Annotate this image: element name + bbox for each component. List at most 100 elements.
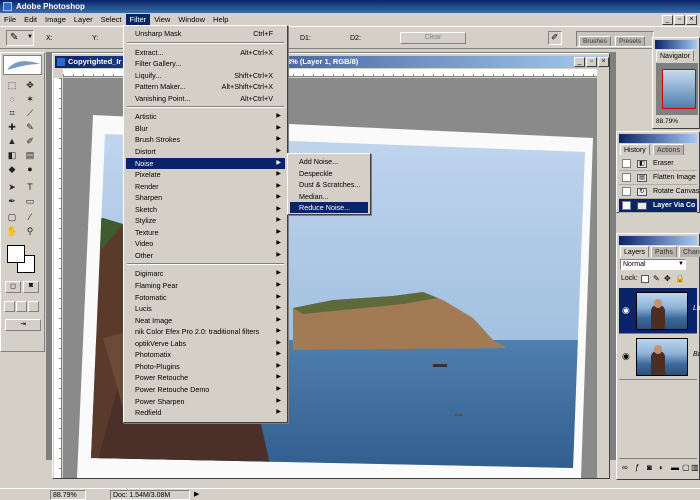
menu-filter[interactable]: Filter xyxy=(125,14,151,25)
menu-item-reduce-noise[interactable]: Reduce Noise... xyxy=(290,202,368,213)
blend-mode-select[interactable]: Normal ▼ xyxy=(620,259,686,270)
path-select-icon[interactable]: ➤ xyxy=(5,181,19,193)
lock-image-icon[interactable]: ✎ xyxy=(653,274,660,283)
menu-item-flaming-pear[interactable]: Flaming Pear ▶ xyxy=(126,280,285,291)
navigator-zoom[interactable]: 88.79% xyxy=(656,118,678,125)
history-brush-icon[interactable]: ✐ xyxy=(23,135,37,147)
status-arrow-icon[interactable]: ▶ xyxy=(194,490,199,498)
menu-item-despeckle[interactable]: Despeckle xyxy=(290,168,368,179)
navigator-preview[interactable] xyxy=(656,63,698,115)
menu-image[interactable]: Image xyxy=(41,14,70,25)
menu-item-dust-scratches[interactable]: Dust & Scratches... xyxy=(290,179,368,190)
history-item-selected[interactable]: ▭ Layer Via Co xyxy=(619,199,697,213)
notes-tool-icon[interactable]: ▢ xyxy=(5,211,19,223)
eye-icon[interactable]: ◉ xyxy=(622,305,632,315)
menu-item-lucis[interactable]: Lucis ▶ xyxy=(126,303,285,314)
menu-item-fotomatic[interactable]: Fotomatic ▶ xyxy=(126,292,285,303)
eye-icon[interactable]: ◉ xyxy=(622,351,632,361)
menu-item-neat-image[interactable]: Neat Image ▶ xyxy=(126,315,285,326)
marquee-tool-icon[interactable]: ⬚ xyxy=(5,79,19,91)
doc-minimize-button[interactable]: _ xyxy=(574,57,585,67)
menu-item-add-noise[interactable]: Add Noise... xyxy=(290,156,368,167)
eraser-tool-icon[interactable]: ◧ xyxy=(5,149,19,161)
menu-item-redfield[interactable]: Redfield ▶ xyxy=(126,407,285,418)
shape-tool-icon[interactable]: ▭ xyxy=(23,195,37,207)
menu-item-digimarc[interactable]: Digimarc ▶ xyxy=(126,268,285,279)
menu-item-power-sharpen[interactable]: Power Sharpen ▶ xyxy=(126,396,285,407)
menu-item-power-retouche-demo[interactable]: Power Retouche Demo ▶ xyxy=(126,384,285,395)
stamp-tool-icon[interactable]: ▲ xyxy=(5,135,19,147)
tab-navigator[interactable]: Navigator xyxy=(656,50,694,61)
mask-icon[interactable]: ◙ xyxy=(647,463,652,472)
crop-tool-icon[interactable]: ⌗ xyxy=(5,107,19,119)
menu-window[interactable]: Window xyxy=(174,14,209,25)
menu-item-nik-color-efex-pro-2-0-traditional-filters[interactable]: nik Color Efex Pro 2.0: traditional filt… xyxy=(126,326,285,337)
menu-item-photo-plugins[interactable]: Photo-Plugins ▶ xyxy=(126,361,285,372)
menu-layer[interactable]: Layer xyxy=(70,14,97,25)
tab-brushes[interactable]: Brushes xyxy=(579,36,611,46)
gradient-tool-icon[interactable]: ▤ xyxy=(23,149,37,161)
menu-item-other[interactable]: Other ▶ xyxy=(126,250,285,261)
close-button[interactable]: × xyxy=(686,15,697,25)
adjustment-icon[interactable]: ◐ xyxy=(659,463,664,472)
healing-brush-icon[interactable]: ✚ xyxy=(5,121,19,133)
menu-view[interactable]: View xyxy=(150,14,174,25)
pen-tool-icon[interactable]: ✒ xyxy=(5,195,19,207)
tab-paths[interactable]: Paths xyxy=(651,246,677,257)
menu-item-filter-gallery[interactable]: Filter Gallery... xyxy=(126,58,285,69)
tab-actions[interactable]: Actions xyxy=(653,144,684,155)
clear-button[interactable]: Clear xyxy=(400,32,466,44)
history-item[interactable]: ↻ Rotate Canvas xyxy=(619,185,699,199)
menu-item-pattern-maker[interactable]: Pattern Maker... Alt+Shift+Ctrl+X xyxy=(126,81,285,92)
foreground-color-front[interactable] xyxy=(7,245,25,263)
eyedropper-icon[interactable]: ⁄ xyxy=(23,211,37,223)
menu-item-distort[interactable]: Distort ▶ xyxy=(126,146,285,157)
menu-item-optikverve-labs[interactable]: optikVerve Labs ▶ xyxy=(126,338,285,349)
minimize-button[interactable]: _ xyxy=(662,15,673,25)
lasso-tool-icon[interactable]: ◌ xyxy=(5,93,19,105)
navigator-title-bar[interactable] xyxy=(655,40,697,49)
menu-item-brush-strokes[interactable]: Brush Strokes ▶ xyxy=(126,134,285,145)
history-item[interactable]: ◧ Eraser xyxy=(619,157,697,171)
slice-tool-icon[interactable]: ⟋ xyxy=(23,107,37,119)
menu-item-vanishing-point[interactable]: Vanishing Point... Alt+Ctrl+V xyxy=(126,93,285,104)
fx-icon[interactable]: ƒ xyxy=(635,463,639,472)
type-tool-icon[interactable]: T xyxy=(23,181,37,193)
menu-item-sharpen[interactable]: Sharpen ▶ xyxy=(126,192,285,203)
menu-select[interactable]: Select xyxy=(97,14,126,25)
folder-icon[interactable]: ▬ xyxy=(671,463,679,472)
doc-close-button[interactable]: × xyxy=(598,57,609,67)
trash-icon[interactable]: ▥ xyxy=(691,463,699,472)
menu-file[interactable]: File xyxy=(0,14,20,25)
menu-item-photomatix[interactable]: Photomatix ▶ xyxy=(126,349,285,360)
menu-item-unsharp-mask[interactable]: Unsharp Mask Ctrl+F xyxy=(126,28,285,39)
doc-restore-button[interactable]: ▫ xyxy=(586,57,597,67)
restore-button[interactable]: ▫ xyxy=(674,15,685,25)
menu-item-power-retouche[interactable]: Power Retouche ▶ xyxy=(126,372,285,383)
menu-item-blur[interactable]: Blur ▶ xyxy=(126,123,285,134)
menu-edit[interactable]: Edit xyxy=(20,14,41,25)
menu-item-texture[interactable]: Texture ▶ xyxy=(126,227,285,238)
brush-palette-button[interactable]: ✐ xyxy=(548,31,562,45)
menu-item-median[interactable]: Median... xyxy=(290,191,368,202)
new-layer-icon[interactable]: ▢ xyxy=(682,463,690,472)
standard-mode-button[interactable]: ◻ xyxy=(5,281,21,293)
tool-preset-picker[interactable]: ✎ ▼ xyxy=(6,30,34,46)
hand-tool-icon[interactable]: ✋ xyxy=(5,225,19,237)
dodge-tool-icon[interactable]: ● xyxy=(23,163,37,175)
history-item[interactable]: ▤ Flatten Image xyxy=(619,171,697,185)
screen-mode-full-button[interactable] xyxy=(28,301,39,312)
menu-item-artistic[interactable]: Artistic ▶ xyxy=(126,111,285,122)
menu-item-render[interactable]: Render ▶ xyxy=(126,181,285,192)
blur-tool-icon[interactable]: ◆ xyxy=(5,163,19,175)
history-brush-source-box[interactable] xyxy=(622,187,631,196)
tab-layers[interactable]: Layers xyxy=(620,246,650,257)
history-title-bar[interactable] xyxy=(619,134,697,143)
magic-wand-icon[interactable]: ✶ xyxy=(23,93,37,105)
menu-item-pixelate[interactable]: Pixelate ▶ xyxy=(126,169,285,180)
history-brush-source-box[interactable] xyxy=(622,173,631,182)
tab-channels[interactable]: Chann xyxy=(679,246,700,257)
screen-mode-menubar-button[interactable] xyxy=(16,301,27,312)
tab-history[interactable]: History xyxy=(620,144,650,155)
tab-presets[interactable]: Presets xyxy=(615,36,646,46)
